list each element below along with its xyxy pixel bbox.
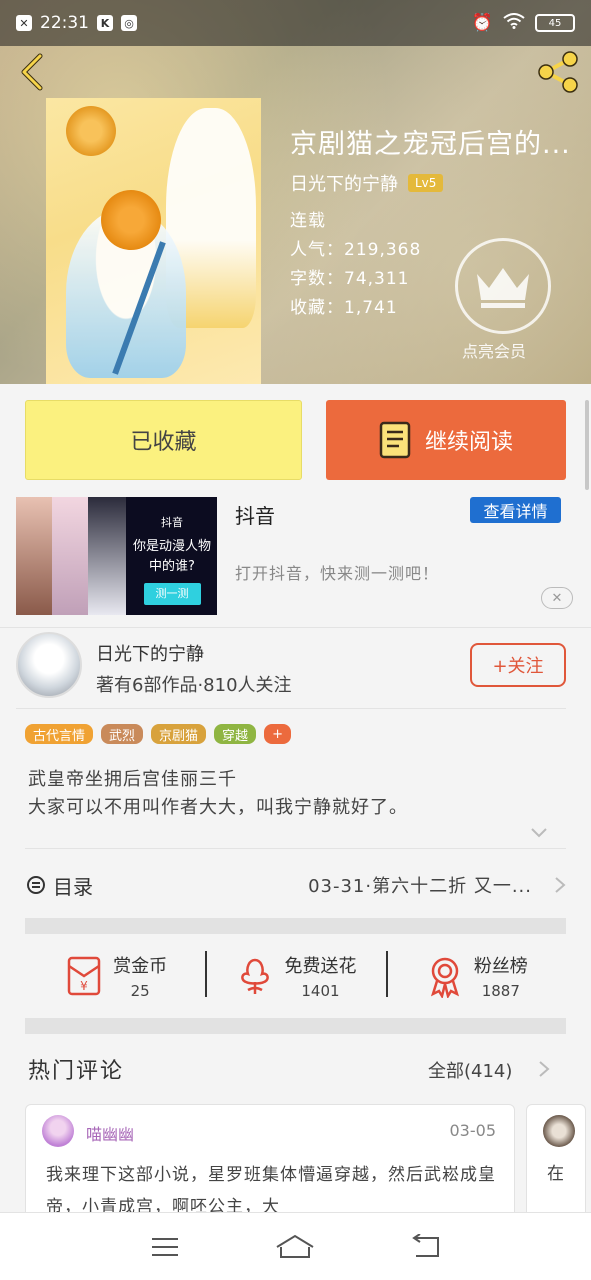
ad-detail-button[interactable]: 查看详情: [470, 497, 561, 523]
reward-value: 25: [130, 982, 150, 1000]
section-separator: [25, 1018, 566, 1034]
expand-intro-button[interactable]: [530, 824, 548, 838]
divider: [0, 627, 591, 628]
continue-reading-label: 继续阅读: [424, 430, 513, 455]
back-button[interactable]: [14, 52, 50, 92]
divider: [25, 848, 566, 849]
system-nav-bar: [0, 1212, 591, 1280]
author-name[interactable]: 日光下的宁静: [96, 640, 204, 666]
back-nav-button[interactable]: [406, 1232, 446, 1262]
table-of-contents-row[interactable]: 目录 03-31·第六十二折 又一...: [25, 860, 566, 910]
chevron-down-icon: [531, 828, 547, 838]
vip-crown-button[interactable]: [455, 238, 551, 334]
reward-bar: ¥ 赏金币 25 免费送花 1401 粉丝榜 1887: [25, 945, 566, 1007]
tag[interactable]: 古代言情: [25, 724, 94, 744]
list-icon: [27, 876, 45, 894]
home-icon: [276, 1234, 315, 1258]
wifi-icon: [503, 12, 525, 34]
status-bar: ✕ 22:31 K ◎ ⏰ 45: [0, 0, 591, 46]
reward-label: 赏金币: [113, 956, 168, 977]
svg-text:¥: ¥: [80, 979, 88, 993]
book-favorites: 收藏：1,741: [290, 298, 398, 318]
toc-label: 目录: [53, 874, 93, 899]
red-envelope-icon: ¥: [67, 956, 101, 996]
level-badge: Lv5: [408, 174, 444, 192]
latest-chapter: 03-31·第六十二折 又一...: [308, 876, 532, 897]
comment-body: 在: [547, 1164, 564, 1184]
scrollbar[interactable]: [585, 400, 589, 490]
comment-date: 03-05: [449, 1121, 497, 1140]
book-word-count: 字数：74,311: [290, 269, 410, 289]
tag[interactable]: 京剧猫: [151, 724, 207, 744]
medal-icon: [430, 957, 459, 998]
status-time: 22:31: [40, 13, 89, 33]
reward-value: 1401: [301, 982, 340, 1000]
comment-avatar[interactable]: [42, 1115, 74, 1147]
vip-label: 点亮会员: [462, 342, 527, 361]
reward-value: 1887: [481, 982, 520, 1000]
favorited-button[interactable]: 已收藏: [25, 400, 302, 480]
intro-line: 大家可以不用叫作者大大，叫我宁静就好了。: [28, 797, 408, 818]
fan-ranking-button[interactable]: 粉丝榜 1887: [385, 945, 566, 1007]
all-comments-link[interactable]: 全部(414): [428, 1057, 512, 1083]
book-cover[interactable]: [46, 98, 261, 384]
chevron-right-icon[interactable]: [538, 1060, 550, 1078]
intro-line: 武皇帝坐拥后宫佳丽三千: [28, 769, 237, 790]
app-message-icon: ◎: [121, 15, 137, 31]
ad-close-button[interactable]: ✕: [541, 587, 573, 609]
follow-button[interactable]: +关注: [470, 643, 566, 687]
ad-image[interactable]: 抖音 你是动漫人物中的谁? 测一测: [16, 497, 217, 615]
chevron-right-icon: [555, 877, 566, 893]
menu-icon: [152, 1237, 179, 1256]
divider: [16, 708, 566, 709]
share-icon: [538, 51, 578, 93]
back-icon: [412, 1233, 439, 1257]
comment-user[interactable]: 喵幽幽: [86, 1121, 134, 1145]
close-icon: ✕: [551, 590, 563, 606]
ad-title[interactable]: 抖音: [235, 500, 275, 529]
tag-list: 古代言情 武烈 京剧猫 穿越 +: [25, 724, 291, 744]
book-title: 京剧猫之宠冠后宫的...: [290, 129, 571, 160]
menu-button[interactable]: [145, 1232, 185, 1262]
comment-avatar[interactable]: [543, 1115, 575, 1147]
author-stats: 著有6部作品·810人关注: [96, 675, 292, 696]
home-button[interactable]: [275, 1232, 315, 1262]
ad-image-text: 你是动漫人物中的谁?: [132, 539, 211, 574]
book-icon: [379, 421, 411, 459]
tag[interactable]: 武烈: [101, 724, 144, 744]
book-intro: 武皇帝坐拥后宫佳丽三千 大家可以不用叫作者大大，叫我宁静就好了。: [28, 766, 408, 822]
flower-icon: [241, 958, 270, 994]
book-popularity: 人气：219,368: [290, 240, 422, 260]
tag[interactable]: 穿越: [214, 724, 257, 744]
notification-icon: ✕: [16, 15, 32, 31]
book-header: ✕ 22:31 K ◎ ⏰ 45 京剧猫之宠冠后宫的... 日光下的宁静 Lv5…: [0, 0, 591, 384]
alarm-icon: ⏰: [471, 13, 493, 33]
app-k-icon: K: [97, 15, 113, 31]
section-separator: [25, 918, 566, 934]
ad-image-brand: 抖音: [161, 516, 183, 529]
author-avatar[interactable]: [16, 632, 82, 698]
share-button[interactable]: [534, 50, 582, 94]
ad-description[interactable]: 打开抖音，快来测一测吧！: [235, 560, 439, 584]
free-flower-button[interactable]: 免费送花 1401: [205, 945, 385, 1007]
reward-coins-button[interactable]: ¥ 赏金币 25: [25, 945, 205, 1007]
book-author[interactable]: 日光下的宁静: [290, 170, 398, 196]
favorited-label: 已收藏: [130, 430, 197, 455]
battery-icon: 45: [535, 14, 575, 32]
continue-reading-button[interactable]: 继续阅读: [326, 400, 566, 480]
add-tag-button[interactable]: +: [264, 724, 291, 744]
book-author-line[interactable]: 日光下的宁静 Lv5: [290, 170, 444, 196]
crown-icon: [477, 268, 529, 308]
reward-label: 免费送花: [284, 956, 357, 977]
book-status: 连载: [290, 211, 326, 231]
ad-image-cta: 测一测: [143, 583, 201, 605]
hot-comments-title: 热门评论: [28, 1059, 125, 1084]
reward-label: 粉丝榜: [473, 956, 528, 977]
